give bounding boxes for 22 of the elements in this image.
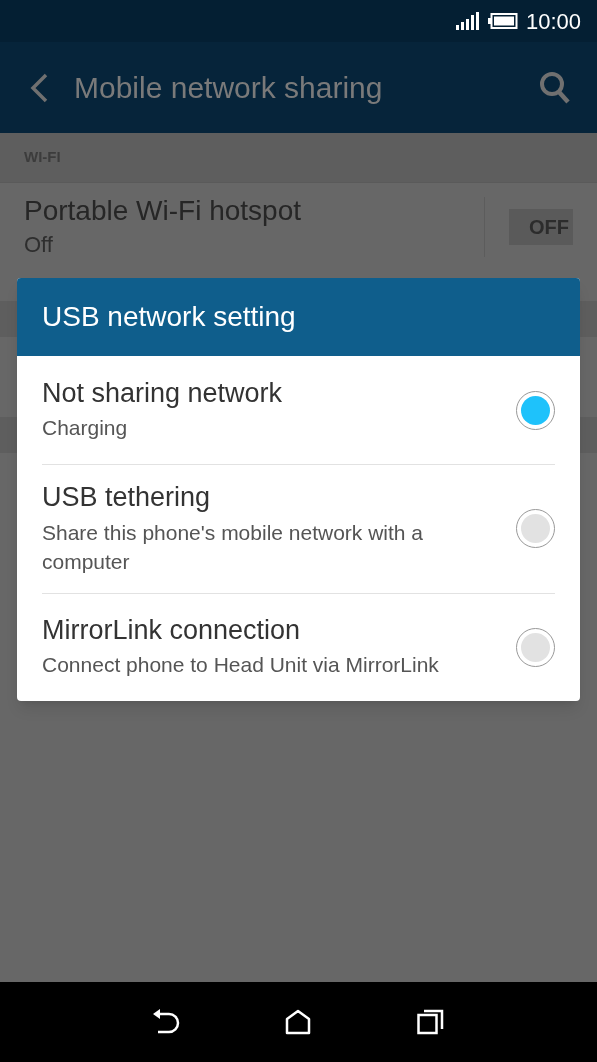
hotspot-status: Off (24, 231, 54, 259)
clock: 10:00 (525, 7, 581, 36)
option-title: Not sharing network (42, 376, 284, 410)
option-description: Charging (42, 415, 129, 442)
option-row[interactable]: Not sharing network Charging (42, 356, 555, 464)
search-button[interactable] (537, 69, 573, 106)
dialog-title: USB network setting (42, 300, 296, 334)
search-icon (539, 70, 571, 105)
home-icon (285, 1009, 312, 1035)
option-title: MirrorLink connection (42, 613, 302, 647)
option-row[interactable]: USB tethering Share this phone's mobile network with a computer (42, 464, 555, 593)
option-row[interactable]: MirrorLink connection Connect phone to Head Unit via MirrorLink (42, 592, 555, 701)
back-icon (151, 1009, 182, 1035)
battery-icon (487, 13, 518, 29)
option-description: Connect phone to Head Unit via MirrorLink (42, 652, 440, 679)
option-title: USB tethering (42, 481, 212, 514)
hotspot-title: Portable Wi-Fi hotspot (24, 194, 302, 228)
back-icon (30, 72, 48, 103)
recents-icon (416, 1009, 445, 1035)
screen-title: Mobile network sharing (74, 70, 384, 106)
option-description: Share this phone's mobile network with a computer (42, 519, 425, 575)
signal-icon (455, 12, 480, 30)
